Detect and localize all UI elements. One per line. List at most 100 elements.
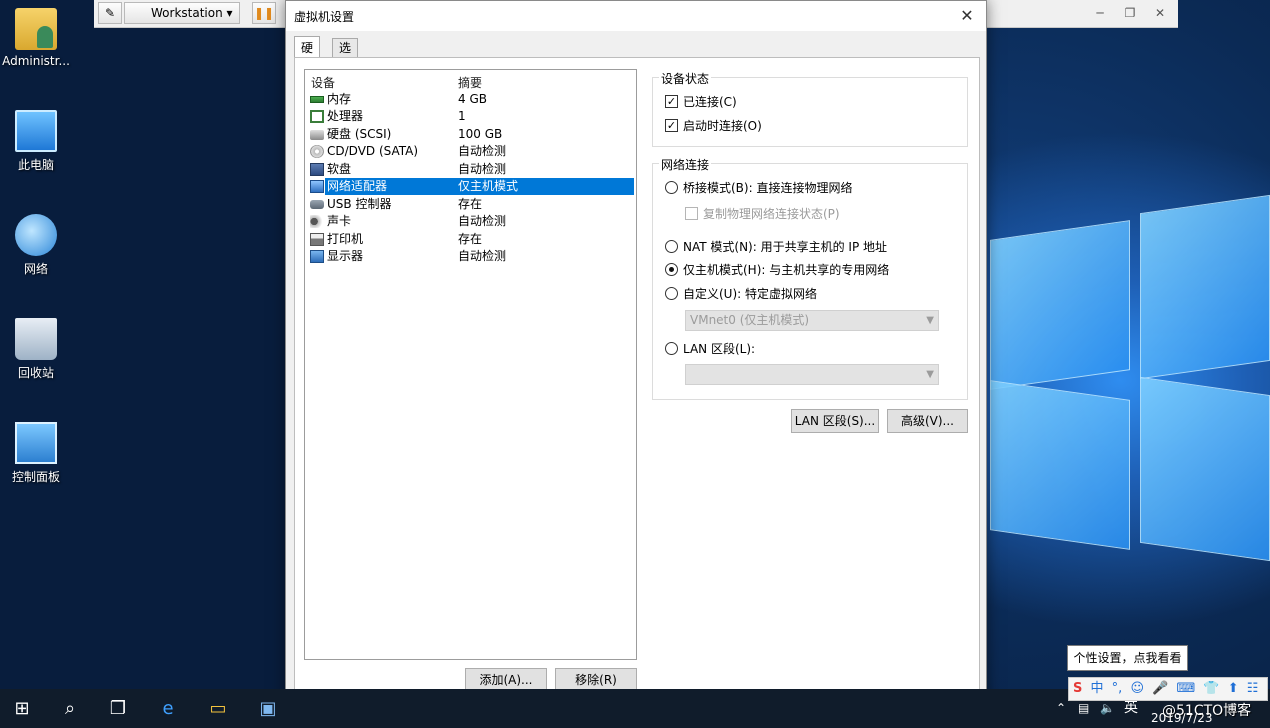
device-row-memory[interactable]: 内存 4 GB: [307, 91, 634, 108]
device-name: 内存: [327, 92, 352, 106]
replicate-label: 复制物理网络连接状态(P): [703, 207, 840, 221]
column-header-summary[interactable]: 摘要: [458, 74, 482, 91]
column-header-device[interactable]: 设备: [311, 74, 335, 91]
desktop-icon-label: Administr...: [2, 54, 70, 68]
ime-toolbar[interactable]: S 中 °, ☺ 🎤 ⌨ 👕 ⬆ ☷: [1068, 677, 1268, 701]
device-row-network-adapter[interactable]: 网络适配器 仅主机模式: [307, 178, 634, 195]
ime-keyboard-icon[interactable]: ⌨: [1176, 678, 1195, 700]
desktop-icon-control-panel[interactable]: 控制面板: [0, 422, 72, 485]
windows-logo-wallpaper: [990, 190, 1270, 562]
network-connection-title: 网络连接: [659, 156, 712, 173]
device-name: CD/DVD (SATA): [327, 144, 419, 158]
chevron-down-icon: ▾: [226, 6, 233, 20]
checkbox-empty-icon: [685, 207, 698, 220]
tab-hardware[interactable]: 硬件: [294, 36, 321, 77]
desktop-icon-this-pc[interactable]: 此电脑: [0, 110, 72, 173]
bridged-radio[interactable]: 桥接模式(B): 直接连接物理网络: [665, 180, 955, 196]
device-name: 软盘: [327, 162, 352, 176]
sound-card-icon: [310, 215, 324, 228]
radio-icon: [665, 287, 678, 300]
display-icon: [310, 250, 324, 263]
minimize-icon[interactable]: ─: [1090, 4, 1110, 22]
device-list-header: 设备 摘要: [305, 74, 636, 90]
desktop-icon-administrator[interactable]: Administr...: [0, 8, 72, 68]
device-row-hard-disk[interactable]: 硬盘 (SCSI) 100 GB: [307, 126, 634, 143]
connect-at-power-on-checkbox[interactable]: ✓ 启动时连接(O): [665, 118, 865, 134]
sogou-s-icon[interactable]: S: [1073, 678, 1082, 700]
close-icon[interactable]: ✕: [956, 5, 978, 27]
workstation-label: Workstation: [151, 6, 223, 20]
ime-voice-icon[interactable]: 🎤: [1152, 678, 1168, 700]
advanced-button[interactable]: 高级(V)...: [887, 409, 968, 433]
close-icon[interactable]: ✕: [1150, 4, 1170, 22]
dialog-title: 虚拟机设置: [294, 10, 355, 24]
pause-icon[interactable]: ❚❚: [252, 2, 276, 24]
lan-segment-radio[interactable]: LAN 区段(L):: [665, 341, 955, 357]
lan-segment-label: LAN 区段(L):: [683, 342, 756, 356]
device-summary: 仅主机模式: [458, 179, 519, 193]
nat-radio[interactable]: NAT 模式(N): 用于共享主机的 IP 地址: [665, 239, 955, 255]
host-only-radio[interactable]: 仅主机模式(H): 与主机共享的专用网络: [665, 262, 955, 278]
ime-toolbox-icon[interactable]: ☷: [1247, 678, 1259, 700]
lan-segments-button[interactable]: LAN 区段(S)...: [791, 409, 879, 433]
pin-icon[interactable]: ✎: [98, 2, 122, 24]
start-icon[interactable]: ⊞: [2, 693, 42, 725]
connected-checkbox[interactable]: ✓ 已连接(C): [665, 94, 865, 110]
vmware-taskbar-icon[interactable]: ▣: [248, 693, 288, 725]
desktop-icon-network[interactable]: 网络: [0, 214, 72, 277]
cpu-icon: [310, 110, 324, 123]
device-name: 硬盘 (SCSI): [327, 127, 392, 141]
tab-options[interactable]: 选项: [332, 38, 359, 73]
device-row-sound-card[interactable]: 声卡 自动检测: [307, 213, 634, 230]
connected-label: 已连接(C): [683, 95, 737, 109]
device-row-floppy[interactable]: 软盘 自动检测: [307, 161, 634, 178]
ime-skin-icon[interactable]: 👕: [1203, 678, 1219, 700]
device-status-title: 设备状态: [659, 70, 712, 87]
task-view-icon[interactable]: ❐: [98, 693, 138, 725]
file-explorer-icon[interactable]: ▭: [198, 693, 238, 725]
ime-upload-icon[interactable]: ⬆: [1228, 678, 1239, 700]
recycle-bin-icon: [15, 318, 57, 360]
device-row-display[interactable]: 显示器 自动检测: [307, 248, 634, 265]
custom-network-value: VMnet0 (仅主机模式): [690, 313, 810, 327]
desktop-icon-recycle-bin[interactable]: 回收站: [0, 318, 72, 381]
ime-chinese-mode[interactable]: 中: [1091, 678, 1104, 700]
device-summary: 存在: [458, 232, 483, 246]
memory-icon: [310, 96, 324, 103]
ime-punctuation-icon[interactable]: °,: [1112, 678, 1123, 700]
device-name: 处理器: [327, 109, 364, 123]
desktop-icon-label: 此电脑: [17, 158, 54, 172]
device-summary: 自动检测: [458, 214, 507, 228]
device-summary: 100 GB: [458, 127, 503, 141]
dialog-titlebar[interactable]: 虚拟机设置 ✕: [286, 1, 986, 31]
device-row-processor[interactable]: 处理器 1: [307, 108, 634, 125]
device-summary: 1: [458, 109, 466, 123]
floppy-icon: [310, 163, 324, 176]
custom-radio[interactable]: 自定义(U): 特定虚拟网络: [665, 286, 955, 302]
nat-label: NAT 模式(N): 用于共享主机的 IP 地址: [683, 240, 888, 254]
device-row-cd-dvd[interactable]: CD/DVD (SATA) 自动检测: [307, 143, 634, 160]
chevron-down-icon: ▼: [926, 369, 934, 380]
device-list[interactable]: 设备 摘要 内存 4 GB 处理器 1 硬盘 (SCSI) 100 GB CD/…: [304, 69, 637, 660]
ime-emoji-icon[interactable]: ☺: [1130, 678, 1144, 700]
bridged-label: 桥接模式(B): 直接连接物理网络: [683, 181, 853, 195]
internet-explorer-icon[interactable]: e: [148, 693, 188, 725]
host-only-label: 仅主机模式(H): 与主机共享的专用网络: [683, 263, 890, 277]
lan-segment-select[interactable]: ▼: [685, 364, 939, 385]
radio-icon: [665, 240, 678, 253]
hard-disk-icon: [310, 130, 324, 140]
tray-expand-icon[interactable]: ⌃: [1056, 689, 1066, 728]
search-icon[interactable]: ⌕: [50, 693, 90, 725]
device-summary: 自动检测: [458, 162, 507, 176]
printer-icon: [310, 233, 324, 246]
replicate-physical-state-checkbox[interactable]: 复制物理网络连接状态(P): [685, 206, 945, 222]
custom-network-select[interactable]: VMnet0 (仅主机模式) ▼: [685, 310, 939, 331]
restore-icon[interactable]: ❐: [1120, 4, 1140, 22]
taskbar-date[interactable]: 2019/7/23: [1151, 711, 1213, 725]
device-row-usb[interactable]: USB 控制器 存在: [307, 196, 634, 213]
ime-tooltip: 个性设置，点我看看: [1067, 645, 1188, 671]
device-row-printer[interactable]: 打印机 存在: [307, 231, 634, 248]
workstation-menu-button[interactable]: Workstation ▾: [124, 2, 240, 24]
checkbox-checked-icon: ✓: [665, 119, 678, 132]
chevron-down-icon: ▼: [926, 315, 934, 326]
